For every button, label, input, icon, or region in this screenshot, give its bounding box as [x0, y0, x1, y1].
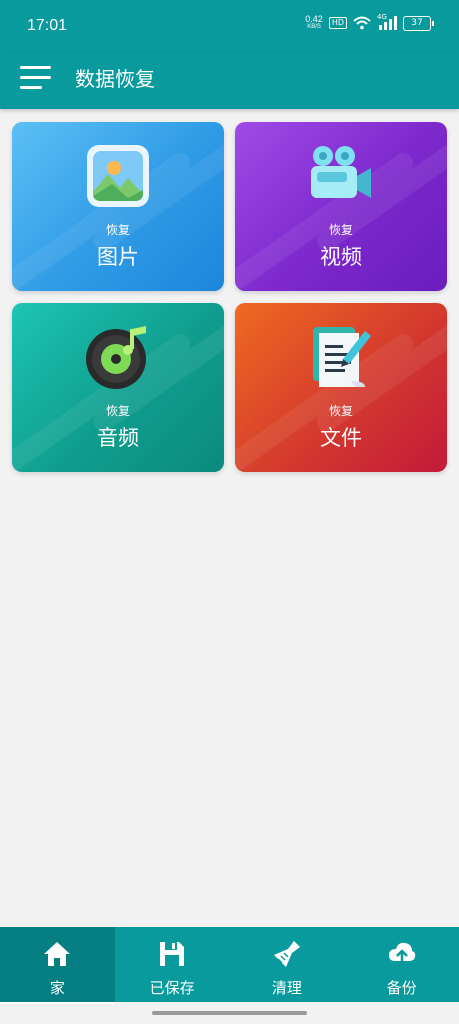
recover-videos-card[interactable]: 恢复 视频: [235, 122, 447, 291]
card-subtitle: 恢复: [328, 404, 353, 418]
bottom-nav: 家 已保存 清理 备份: [0, 927, 459, 1004]
wifi-icon: [353, 16, 371, 30]
card-subtitle: 恢复: [328, 223, 353, 237]
nav-home[interactable]: 家: [0, 927, 115, 1004]
network-speed: 0.42 KB/S: [305, 15, 323, 31]
image-icon: [87, 145, 149, 207]
recover-audio-card[interactable]: 恢复 音频: [12, 303, 224, 472]
card-label: 视频: [320, 245, 362, 269]
status-bar: 17:01 0.42 KB/S HD 4G 37: [0, 0, 459, 52]
save-icon: [160, 942, 185, 966]
nav-saved[interactable]: 已保存: [115, 927, 230, 1002]
recover-images-card[interactable]: 恢复 图片: [12, 122, 224, 291]
nav-label: 已保存: [149, 979, 195, 997]
hd-badge: HD: [328, 17, 347, 29]
card-subtitle: 恢复: [105, 223, 130, 237]
page-title: 数据恢复: [75, 67, 155, 91]
nav-label: 备份: [386, 979, 417, 997]
network-speed-unit: KB/S: [307, 24, 321, 30]
recover-files-card[interactable]: 恢复 文件: [235, 303, 447, 472]
nav-label: 清理: [271, 979, 302, 997]
broom-icon: [273, 941, 300, 967]
nav-backup[interactable]: 备份: [344, 927, 459, 1002]
network-speed-value: 0.42: [305, 14, 323, 24]
cloud-upload-icon: [388, 942, 415, 965]
home-indicator[interactable]: [152, 1011, 307, 1015]
app-bar: 数据恢复: [0, 52, 459, 109]
music-disc-icon: [86, 326, 146, 389]
card-label: 图片: [97, 245, 139, 269]
nav-label: 家: [49, 979, 65, 997]
document-icon: [313, 327, 371, 387]
card-label: 文件: [320, 426, 362, 450]
card-label: 音频: [97, 426, 139, 450]
card-subtitle: 恢复: [105, 404, 130, 418]
nav-clean[interactable]: 清理: [230, 927, 345, 1002]
status-time: 17:01: [27, 17, 68, 34]
video-camera-icon: [311, 146, 371, 198]
battery-indicator: 37: [403, 15, 434, 31]
status-icons: 0.42 KB/S HD 4G 37: [305, 13, 434, 31]
home-icon: [44, 942, 71, 966]
menu-icon[interactable]: [20, 66, 51, 90]
signal-icon: 4G: [377, 13, 397, 30]
